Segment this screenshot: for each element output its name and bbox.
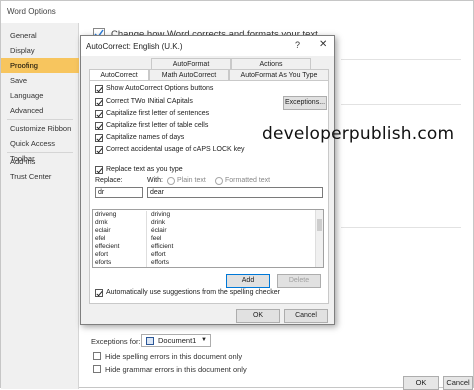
capitalize-table-cells-label: Capitalize first letter of table cells <box>106 122 209 129</box>
capitalize-days-checkbox[interactable] <box>95 134 103 142</box>
help-icon[interactable]: ? <box>295 40 300 50</box>
entry-replace: eforts <box>95 259 147 267</box>
entry-replace: efel <box>95 235 147 243</box>
capitalize-sentences-label: Capitalize first letter of sentences <box>106 110 210 117</box>
sidebar-item-general[interactable]: General <box>1 28 79 43</box>
tab-math-autocorrect[interactable]: Math AutoCorrect <box>149 69 229 80</box>
list-item[interactable]: eforts efforts <box>93 259 321 267</box>
list-item[interactable]: efort effort <box>93 251 321 259</box>
section-divider <box>341 104 461 105</box>
section-divider <box>341 59 461 60</box>
close-icon[interactable]: ✕ <box>319 39 327 50</box>
hide-grammar-checkbox[interactable] <box>93 365 101 373</box>
replace-input[interactable]: dr <box>95 187 143 198</box>
entry-replace: eclair <box>95 227 147 235</box>
sidebar-divider <box>7 152 73 153</box>
capitalize-table-cells-checkbox[interactable] <box>95 122 103 130</box>
list-item[interactable]: driveng driving <box>93 211 321 219</box>
with-label: With: <box>147 177 163 184</box>
entry-replace: drnk <box>95 219 147 227</box>
window-title: Word Options <box>7 7 56 16</box>
formatted-text-radio[interactable] <box>215 177 223 185</box>
sidebar-item-customize-ribbon[interactable]: Customize Ribbon <box>1 121 79 136</box>
entry-with: éclair <box>151 227 167 234</box>
window-title-bar: Word Options <box>1 1 474 23</box>
sidebar-item-add-ins[interactable]: Add-ins <box>1 154 79 169</box>
list-item[interactable]: drnk drink <box>93 219 321 227</box>
list-scrollbar[interactable] <box>315 210 323 267</box>
correct-two-initial-caps-checkbox[interactable] <box>95 98 103 106</box>
watermark-text: developerpublish.com <box>262 124 455 144</box>
auto-suggest-checkbox[interactable] <box>95 289 103 297</box>
sidebar: General Display Proofing Save Language A… <box>1 23 79 389</box>
entry-with: drink <box>151 219 166 226</box>
sidebar-divider <box>7 119 73 120</box>
entry-replace: effecient <box>95 243 147 251</box>
exceptions-document-select[interactable]: Document1 ▼ <box>141 334 211 347</box>
sidebar-item-trust-center[interactable]: Trust Center <box>1 169 79 184</box>
entry-replace: driveng <box>95 211 147 219</box>
replace-as-you-type-label: Replace text as you type <box>106 166 183 173</box>
autocorrect-dialog: AutoCorrect: English (U.K.) ? ✕ AutoForm… <box>80 35 335 325</box>
show-options-label: Show AutoCorrect Options buttons <box>106 85 214 92</box>
scrollbar-thumb[interactable] <box>317 219 322 231</box>
sidebar-item-quick-access-toolbar[interactable]: Quick Access Toolbar <box>1 136 79 163</box>
tab-autoformat-as-you-type[interactable]: AutoFormat As You Type <box>229 69 329 80</box>
exceptions-button[interactable]: Exceptions... <box>283 96 327 110</box>
add-button[interactable]: Add <box>226 274 270 288</box>
capitalize-sentences-checkbox[interactable] <box>95 110 103 118</box>
list-item[interactable]: eclair éclair <box>93 227 321 235</box>
show-options-checkbox[interactable] <box>95 85 103 93</box>
correct-two-initial-caps-label: Correct TWo INitial CApitals <box>106 98 193 105</box>
dialog-title: AutoCorrect: English (U.K.) <box>86 42 183 51</box>
delete-button[interactable]: Delete <box>277 274 321 288</box>
replace-as-you-type-checkbox[interactable] <box>95 166 103 174</box>
section-divider <box>341 227 461 228</box>
tab-actions[interactable]: Actions <box>231 58 311 69</box>
entry-with: driving <box>151 211 171 218</box>
sidebar-item-language[interactable]: Language <box>1 88 79 103</box>
hide-spelling-checkbox[interactable] <box>93 352 101 360</box>
sidebar-item-display[interactable]: Display <box>1 43 79 58</box>
sidebar-item-save[interactable]: Save <box>1 73 79 88</box>
dialog-title-bar: AutoCorrect: English (U.K.) ? ✕ <box>81 36 334 56</box>
exceptions-document-value: Document1 <box>158 336 197 345</box>
sidebar-item-proofing[interactable]: Proofing <box>1 58 79 73</box>
plain-text-radio[interactable] <box>167 177 175 185</box>
list-item[interactable]: efel feel <box>93 235 321 243</box>
ok-button[interactable]: OK <box>236 309 280 323</box>
exceptions-for-label: Exceptions for: <box>91 337 141 346</box>
autocorrect-entries-list[interactable]: driveng driving drnk drink eclair éclair ef… <box>92 209 324 268</box>
replace-label: Replace: <box>95 177 123 184</box>
entry-with: feel <box>151 235 162 242</box>
auto-suggest-label: Automatically use suggestions from the s… <box>106 289 280 296</box>
list-item[interactable]: effecient efficient <box>93 243 321 251</box>
capitalize-days-label: Capitalize names of days <box>106 134 185 141</box>
document-icon <box>146 337 154 345</box>
caps-lock-label: Correct accidental usage of cAPS LOCK ke… <box>106 146 245 153</box>
entry-with: efforts <box>151 259 169 266</box>
entry-with: effort <box>151 251 166 258</box>
hide-grammar-label: Hide grammar errors in this document onl… <box>105 365 247 374</box>
tab-autoformat[interactable]: AutoFormat <box>151 58 231 69</box>
hide-spelling-label: Hide spelling errors in this document on… <box>105 352 243 361</box>
cancel-button[interactable]: Cancel <box>284 309 328 323</box>
chevron-down-icon: ▼ <box>201 337 207 343</box>
entry-replace: efort <box>95 251 147 259</box>
formatted-text-label: Formatted text <box>225 177 271 184</box>
caps-lock-checkbox[interactable] <box>95 146 103 154</box>
sidebar-item-advanced[interactable]: Advanced <box>1 103 79 118</box>
entry-with: efficient <box>151 243 174 250</box>
with-input[interactable]: dear <box>147 187 323 198</box>
plain-text-label: Plain text <box>177 177 206 184</box>
